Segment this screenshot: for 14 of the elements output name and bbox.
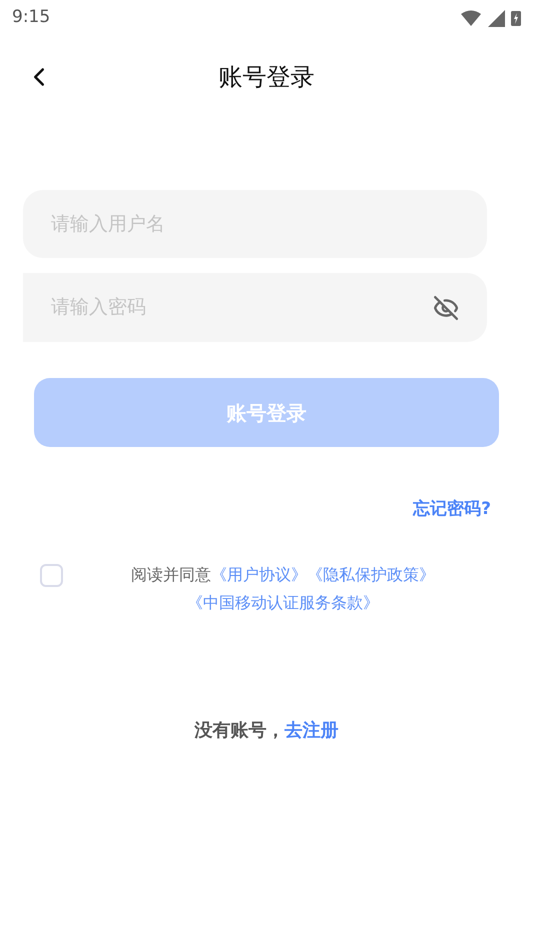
agree-checkbox[interactable] xyxy=(40,564,63,586)
agreement-link[interactable]: 《隐私保护政策》 xyxy=(307,564,435,584)
battery-icon xyxy=(511,10,521,26)
register-link[interactable]: 去注册 xyxy=(284,716,338,744)
status-time: 9:15 xyxy=(12,6,50,30)
register-prompt: 没有账号， xyxy=(194,718,284,742)
agreement-text: 阅读并同意《用户协议》《隐私保护政策》 《中国移动认证服务条款》 xyxy=(130,564,436,614)
forgot-password-link[interactable]: 忘记密码? xyxy=(413,497,491,522)
agreement-link[interactable]: 《中国移动认证服务条款》 xyxy=(187,592,379,612)
page-title: 账号登录 xyxy=(218,62,314,93)
eye-off-icon[interactable] xyxy=(433,294,459,320)
signal-icon xyxy=(488,10,505,26)
agreement-link[interactable]: 《用户协议》 xyxy=(211,564,307,584)
wifi-icon xyxy=(460,9,482,27)
